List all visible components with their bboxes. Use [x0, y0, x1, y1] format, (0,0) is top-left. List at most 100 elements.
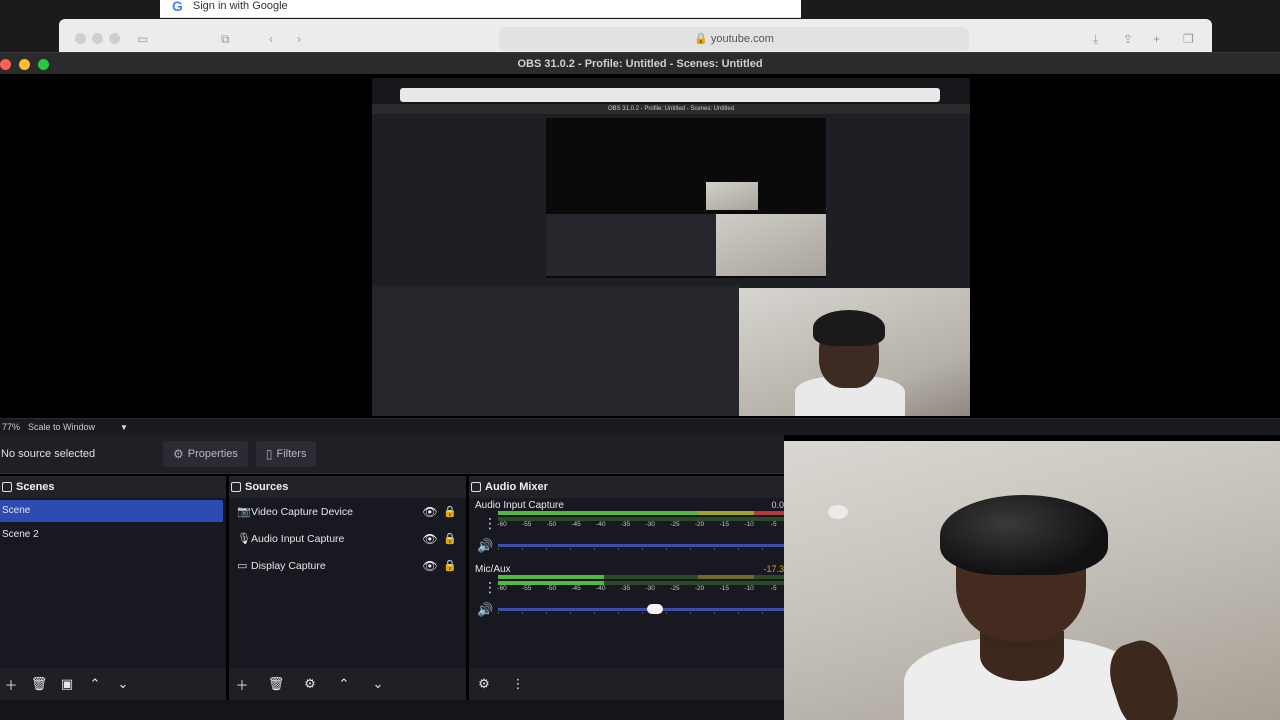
browser-toolbar: ▭ ⧉ ‹ › 🔒 youtube.com ⤓ ⇪ + ❐ — [59, 19, 1212, 52]
address-text: youtube.com — [710, 33, 774, 45]
source-item-display-capture[interactable]: ▭ Display Capture 👁 🔒 — [237, 555, 459, 577]
sidebar-icon[interactable]: ▭ — [137, 32, 148, 46]
meter-tick-label: -50 — [546, 585, 557, 592]
nested-webcam-medium — [716, 214, 826, 276]
more-vertical-icon[interactable]: ⋮ — [483, 580, 497, 594]
lock-icon[interactable]: 🔒 — [441, 528, 459, 550]
source-item-video-capture[interactable]: 📷 Video Capture Device 👁 🔒 — [237, 501, 459, 523]
nested-preview — [546, 118, 826, 278]
meter-tick-label: -5 — [770, 521, 777, 528]
source-toolbar: No source selected ⚙ Properties ▯ Filter… — [0, 435, 784, 474]
google-signin-banner[interactable]: G Sign in with Google — [160, 0, 801, 18]
scenes-list: Scene Scene 2 — [0, 498, 226, 668]
no-source-label: No source selected — [1, 448, 96, 460]
audio-mixer-dock: Audio Mixer Audio Input Capture 0.0 ⋮ -6… — [469, 476, 784, 700]
nested-webcam — [739, 288, 970, 416]
scale-mode-select[interactable]: Scale to Window — [28, 422, 120, 432]
monitor-icon: ▭ — [237, 560, 248, 572]
properties-button[interactable]: ⚙ Properties — [163, 441, 248, 467]
add-source-button[interactable]: ＋ — [231, 673, 253, 695]
lock-icon[interactable]: 🔒 — [441, 501, 459, 523]
window-title: OBS 31.0.2 - Profile: Untitled - Scenes:… — [517, 57, 763, 70]
more-vertical-icon[interactable]: ⋮ — [483, 516, 497, 530]
status-bar — [0, 700, 784, 720]
tab-overview-icon[interactable]: ⧉ — [221, 32, 230, 47]
nested-title: OBS 31.0.2 - Profile: Untitled - Scenes:… — [372, 104, 970, 114]
channel-db: -17.3 — [763, 564, 784, 574]
download-icon[interactable]: ⤓ — [1093, 32, 1098, 47]
remove-source-button[interactable]: 🗑 — [265, 673, 287, 695]
meter-tick-label: -30 — [645, 585, 655, 592]
move-scene-down-button[interactable]: ⌄ — [112, 673, 134, 695]
scene-filters-button[interactable]: ▣ — [56, 673, 78, 695]
scenes-title: Scenes — [16, 481, 55, 493]
scene-item-scene-2[interactable]: Scene 2 — [0, 524, 223, 546]
meter-tick-label: -25 — [670, 585, 680, 592]
speaker-icon[interactable]: 🔊 — [477, 602, 493, 618]
move-source-down-button[interactable]: ⌄ — [367, 673, 389, 695]
tabs-icon[interactable]: ❐ — [1183, 32, 1194, 46]
meter-tick-label: -60 — [497, 585, 507, 592]
lock-icon[interactable]: 🔒 — [441, 555, 459, 577]
nested-webcam-small — [706, 182, 758, 210]
minimize-window-button[interactable] — [19, 59, 30, 70]
scenes-dock: Scenes Scene Scene 2 ＋ 🗑 ▣ ⌃ ⌄ — [0, 476, 226, 700]
screen: G Sign in with Google ▭ ⧉ ‹ › 🔒 youtube.… — [0, 0, 1280, 720]
share-icon[interactable]: ⇪ — [1123, 32, 1133, 46]
preview-canvas[interactable]: OBS 31.0.2 - Profile: Untitled - Scenes:… — [0, 74, 1280, 418]
meter-tick-label: -15 — [719, 521, 729, 528]
google-logo-icon: G — [172, 0, 183, 14]
filter-icon: ▯ — [265, 447, 273, 461]
advanced-audio-settings-icon[interactable]: ⚙ — [473, 673, 495, 695]
dock-float-icon[interactable] — [2, 482, 12, 492]
visibility-eye-icon[interactable]: 👁 — [419, 528, 441, 550]
new-tab-icon[interactable]: + — [1153, 32, 1160, 46]
meter-tick-label: -55 — [521, 585, 532, 592]
meter-tick-label: -25 — [670, 521, 680, 528]
volume-slider-handle[interactable] — [646, 604, 663, 614]
meter-tick-label: -50 — [546, 521, 557, 528]
source-item-audio-input[interactable]: 🎙 Audio Input Capture 👁 🔒 — [237, 528, 459, 550]
lock-icon: 🔒 — [694, 33, 708, 45]
remove-scene-button[interactable]: 🗑 — [28, 673, 50, 695]
properties-label: Properties — [187, 448, 238, 460]
volume-slider[interactable] — [498, 544, 784, 550]
source-label: Video Capture Device — [251, 506, 353, 518]
channel-name: Audio Input Capture — [475, 500, 564, 511]
move-scene-up-button[interactable]: ⌃ — [84, 673, 106, 695]
ceiling-light — [828, 505, 848, 519]
speaker-icon[interactable]: 🔊 — [477, 538, 493, 554]
mixer-menu-icon[interactable]: ⋮ — [507, 673, 529, 695]
source-properties-button[interactable]: ⚙ — [299, 673, 321, 695]
volume-slider[interactable] — [498, 604, 784, 614]
move-source-up-button[interactable]: ⌃ — [333, 673, 355, 695]
add-scene-button[interactable]: ＋ — [0, 673, 22, 695]
back-icon[interactable]: ‹ — [269, 32, 273, 46]
sources-dock-header: Sources — [229, 476, 466, 498]
meter-tick-label: -55 — [521, 521, 532, 528]
mixer-toolbar: ⚙ ⋮ — [469, 668, 784, 700]
camera-icon: 📷 — [237, 506, 251, 518]
meter-tick-label: -35 — [620, 585, 631, 592]
nested-display-capture: OBS 31.0.2 - Profile: Untitled - Scenes:… — [372, 78, 970, 416]
visibility-eye-icon[interactable]: 👁 — [419, 501, 441, 523]
meter-tick-label: -20 — [694, 521, 705, 528]
forward-icon[interactable]: › — [297, 32, 301, 46]
meter-tick-label: -45 — [571, 585, 581, 592]
filters-button[interactable]: ▯ Filters — [255, 441, 317, 467]
volume-meter-right — [498, 581, 784, 585]
sources-toolbar: ＋ 🗑 ⚙ ⌃ ⌄ — [229, 668, 466, 700]
dock-float-icon[interactable] — [231, 482, 241, 492]
scene-item-scene[interactable]: Scene — [0, 500, 223, 522]
mixer-channels: Audio Input Capture 0.0 ⋮ -60 -55 -50 -45 -4… — [469, 498, 784, 668]
dock-float-icon[interactable] — [471, 482, 481, 492]
meter-tick-label: -20 — [694, 585, 705, 592]
visibility-eye-icon[interactable]: 👁 — [419, 555, 441, 577]
zoom-window-button[interactable] — [38, 59, 49, 70]
close-window-button[interactable] — [0, 59, 11, 70]
nested-docks — [372, 286, 740, 416]
chevron-down-icon[interactable]: ▼ — [120, 423, 128, 432]
meter-tick-label: -35 — [620, 521, 631, 528]
preview-scale-bar: 77% Scale to Window ▼ — [0, 418, 1280, 435]
address-bar[interactable]: 🔒 youtube.com — [499, 27, 969, 51]
